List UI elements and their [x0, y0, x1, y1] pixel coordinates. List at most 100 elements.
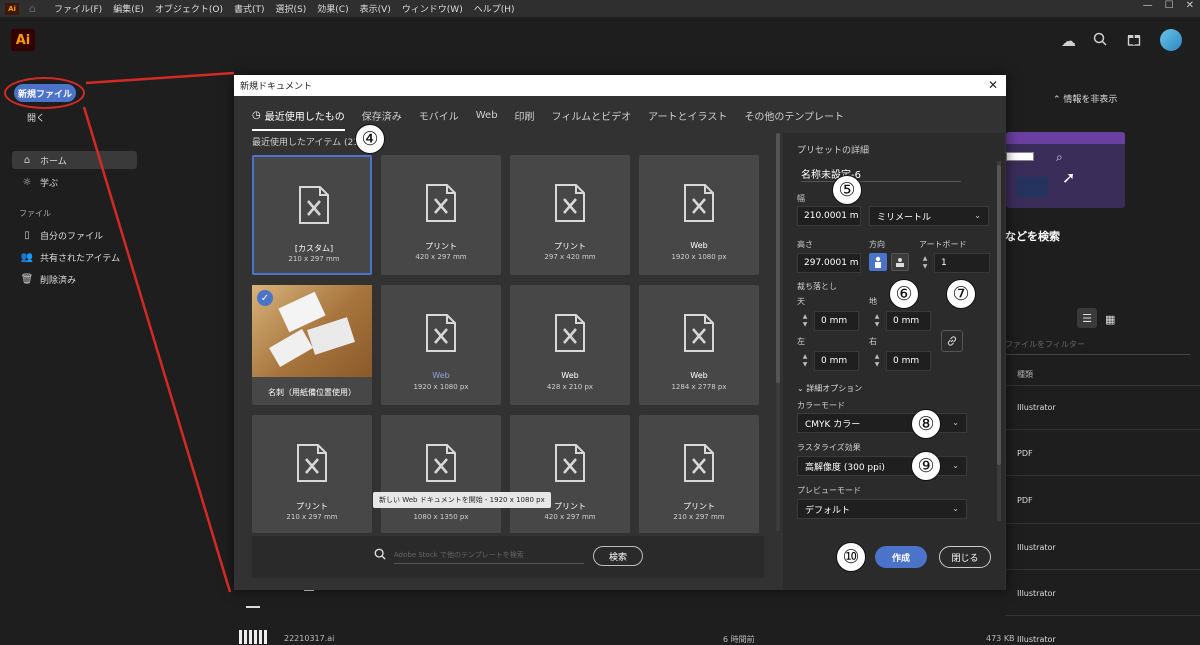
tab-print[interactable]: 印刷 — [515, 105, 535, 125]
recent-file-row[interactable]: 22210317.ai 6 時間前 — [236, 589, 1006, 645]
new-file-button[interactable]: 新規ファイル — [14, 84, 76, 102]
stock-search-button[interactable]: 検索 — [593, 546, 643, 566]
minimize-button[interactable]: — — [1143, 0, 1153, 11]
menu-effect[interactable]: 効果(C) — [317, 2, 348, 15]
avatar[interactable] — [1160, 29, 1182, 51]
color-mode-label: カラーモード — [797, 401, 845, 410]
preview-mode-dropdown[interactable]: デフォルト ⌄ — [797, 499, 967, 519]
bleed-top-input[interactable]: 0 mm — [814, 311, 859, 331]
raster-effects-dropdown[interactable]: 高解像度 (300 ppi) ⌄ — [797, 456, 967, 476]
preset-card[interactable]: Web 1920 x 1080 px — [381, 285, 501, 405]
bleed-label: 裁ち落とし — [797, 282, 837, 291]
step-badge: ⑩ — [836, 542, 866, 572]
bleed-right-stepper[interactable]: ▲ ▼ — [871, 351, 883, 371]
height-input[interactable]: 297.0001 m — [797, 253, 861, 273]
sidebar-item-deleted[interactable]: 🗑 削除済み — [12, 270, 137, 288]
sidebar: 新規ファイル 開く ⌂ ホーム ☼ 学ぶ ファイル ▯ 自分のファイル 👥 共有… — [0, 67, 145, 645]
preset-card[interactable]: Web 428 x 210 px — [510, 285, 630, 405]
menu-edit[interactable]: 編集(E) — [113, 2, 144, 15]
menu-type[interactable]: 書式(T) — [234, 2, 265, 15]
tab-mobile[interactable]: モバイル — [419, 105, 459, 125]
preset-scrollbar[interactable] — [997, 161, 1001, 521]
search-icon[interactable] — [1093, 32, 1107, 50]
landscape-button[interactable] — [891, 253, 909, 271]
sidebar-item-learn[interactable]: ☼ 学ぶ — [12, 173, 137, 191]
illustrator-logo: Ai — [11, 29, 35, 51]
advanced-options-toggle[interactable]: ⌄ 詳細オプション — [797, 383, 862, 394]
home-icon: ⌂ — [23, 154, 31, 166]
bleed-top-label: 天 — [797, 297, 805, 306]
menu-file[interactable]: ファイル(F) — [54, 2, 102, 15]
hide-info-button[interactable]: ⌃ 情報を非表示 — [1053, 92, 1117, 105]
preset-card[interactable]: プリント 297 x 420 mm — [510, 155, 630, 275]
bleed-bottom-stepper[interactable]: ▲ ▼ — [871, 311, 883, 331]
sidebar-section-label: ファイル — [19, 209, 51, 218]
document-icon — [555, 314, 585, 352]
menu-view[interactable]: 表示(V) — [360, 2, 391, 15]
tab-web[interactable]: Web — [476, 105, 498, 125]
close-button[interactable]: 閉じる — [939, 546, 991, 568]
close-icon[interactable]: ✕ — [988, 78, 998, 92]
sidebar-item-label: 削除済み — [40, 275, 77, 286]
file-modified: 6 時間前 — [723, 635, 755, 644]
create-button[interactable]: 作成 — [875, 546, 927, 568]
width-input[interactable]: 210.0001 m — [797, 206, 861, 226]
artboard-stepper[interactable]: ▲ ▼ — [919, 253, 931, 273]
preset-card[interactable]: プリント 210 x 297 mm — [639, 415, 759, 533]
stock-search-input[interactable]: Adobe Stock で他のテンプレートを検索 — [394, 550, 584, 564]
preset-card[interactable]: Web 1080 x 1350 px — [381, 415, 501, 533]
list-view-icon[interactable]: ☰ — [1077, 308, 1097, 328]
tab-film-video[interactable]: フィルムとビデオ — [552, 105, 632, 125]
portrait-button[interactable] — [869, 253, 887, 271]
cloud-icon[interactable]: ☁ — [1061, 32, 1076, 50]
tab-art-illustration[interactable]: アートとイラスト — [648, 105, 727, 125]
color-mode-dropdown[interactable]: CMYK カラー ⌄ — [797, 413, 967, 433]
search-icon — [374, 548, 386, 563]
preset-card[interactable]: [カスタム] 210 x 297 mm — [252, 155, 372, 275]
preset-card[interactable]: プリント 210 x 297 mm — [252, 415, 372, 533]
bleed-left-stepper[interactable]: ▲ ▼ — [799, 351, 811, 371]
grid-view-icon[interactable]: ▦ — [1105, 313, 1115, 326]
filter-input[interactable]: ファイルをフィルター — [1005, 339, 1190, 355]
window-close-button[interactable]: ✕ — [1186, 0, 1194, 11]
preset-card[interactable]: プリント 420 x 297 mm — [510, 415, 630, 533]
sidebar-item-shared[interactable]: 👥 共有されたアイテム — [12, 248, 137, 266]
new-document-dialog: 新規ドキュメント ✕ ◷ 最近使用したもの 保存済み モバイル Web 印刷 フ… — [234, 75, 1006, 590]
menu-select[interactable]: 選択(S) — [276, 2, 307, 15]
type-column-header: 種類 — [1017, 370, 1033, 379]
menu-object[interactable]: オブジェクト(O) — [155, 2, 223, 15]
gift-icon[interactable] — [1127, 32, 1141, 50]
tab-saved[interactable]: 保存済み — [362, 105, 402, 125]
promo-heading: などを検索 — [1005, 230, 1060, 243]
link-icon[interactable] — [941, 330, 963, 352]
tab-other-templates[interactable]: その他のテンプレート — [744, 105, 844, 125]
maximize-button[interactable]: ☐ — [1165, 0, 1174, 11]
artboard-count-input[interactable]: 1 — [934, 253, 990, 273]
orientation-label: 方向 — [869, 240, 885, 249]
home-mini-icon[interactable]: ⌂ — [29, 2, 36, 15]
sidebar-item-home[interactable]: ⌂ ホーム — [12, 151, 137, 169]
file-name: 22210317.ai — [284, 634, 335, 643]
chevron-down-icon: ⌄ — [974, 211, 981, 220]
bleed-left-input[interactable]: 0 mm — [814, 351, 859, 371]
document-name-input[interactable]: 名称未設定-6 — [801, 166, 961, 182]
step-badge: ⑦ — [946, 279, 976, 309]
preset-card[interactable]: プリント 420 x 297 mm — [381, 155, 501, 275]
app-icon: Ai — [5, 2, 19, 15]
open-button[interactable]: 開く — [27, 111, 45, 124]
grid-scrollbar[interactable] — [776, 133, 780, 531]
bleed-right-input[interactable]: 0 mm — [886, 351, 931, 371]
preset-card[interactable]: Web 1920 x 1080 px — [639, 155, 759, 275]
sidebar-item-label: 学ぶ — [40, 178, 59, 189]
menu-window[interactable]: ウィンドウ(W) — [402, 2, 463, 15]
preset-card[interactable]: Web 1284 x 2778 px — [639, 285, 759, 405]
menu-help[interactable]: ヘルプ(H) — [474, 2, 515, 15]
unit-dropdown[interactable]: ミリメートル ⌄ — [869, 206, 989, 226]
step-badge: ⑥ — [889, 279, 919, 309]
bleed-top-stepper[interactable]: ▲ ▼ — [799, 311, 811, 331]
sidebar-item-my-files[interactable]: ▯ 自分のファイル — [12, 226, 137, 244]
preset-card-business-card[interactable]: ✓ 名刺（用紙備位置使用） — [252, 285, 372, 405]
document-icon — [426, 184, 456, 222]
bleed-bottom-input[interactable]: 0 mm — [886, 311, 931, 331]
tab-recent[interactable]: ◷ 最近使用したもの — [252, 105, 345, 131]
